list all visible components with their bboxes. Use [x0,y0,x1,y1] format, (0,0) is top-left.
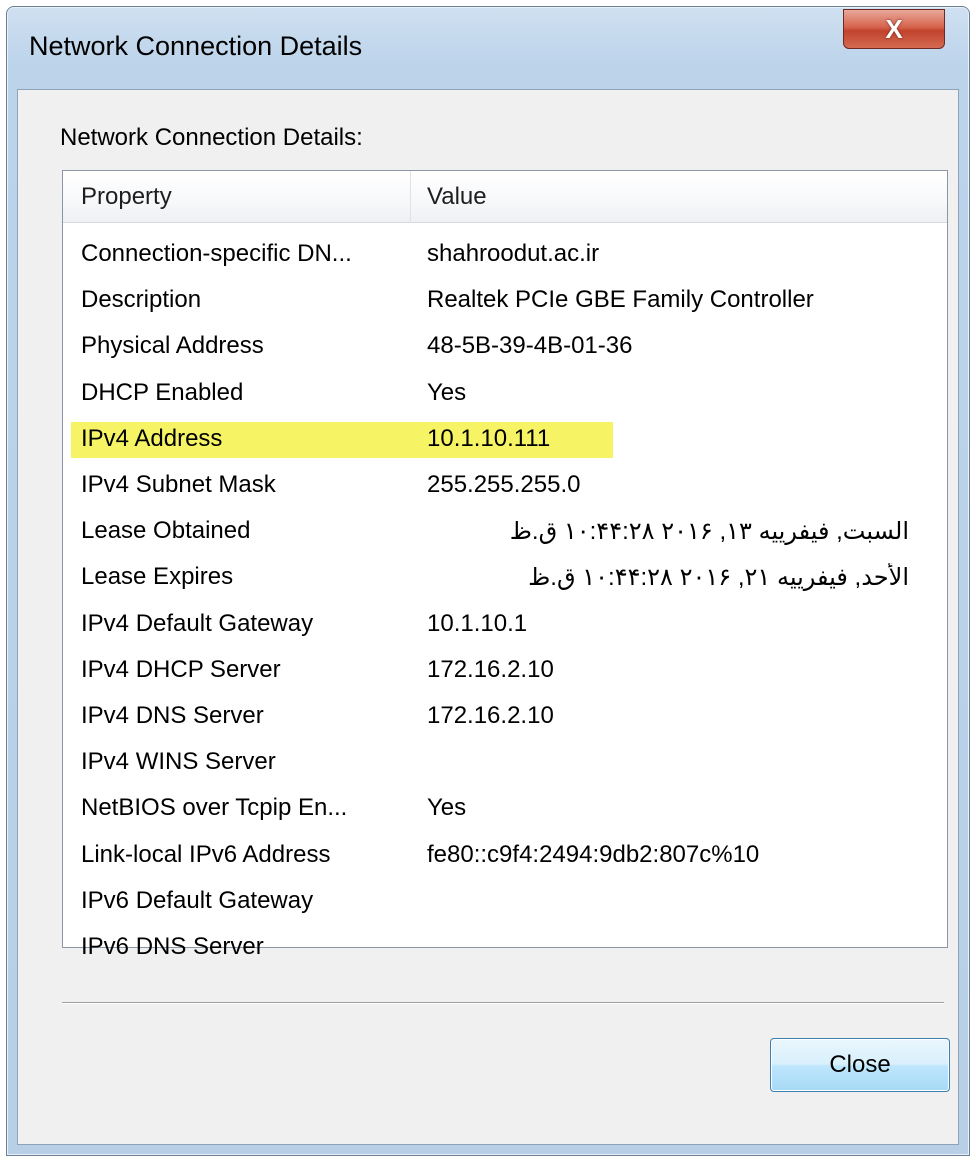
column-header-property-label: Property [81,183,172,210]
table-row[interactable]: IPv4 Subnet Mask 255.255.255.0 [63,462,947,508]
property-cell: NetBIOS over Tcpip En... [81,794,348,822]
list-rows: Connection-specific DN... shahroodut.ac.i… [63,231,947,970]
table-row[interactable]: IPv4 DNS Server 172.16.2.10 [63,693,947,739]
table-row[interactable]: Lease Expires الأحد, فيفرييه ٢١, ٢٠١۶ ١٠:… [63,554,947,600]
table-row[interactable]: NetBIOS over Tcpip En... Yes [63,785,947,831]
property-cell: Description [81,286,202,314]
property-cell: DHCP Enabled [81,378,244,406]
table-row[interactable]: Link-local IPv6 Address fe80::c9f4:2494:9… [63,831,947,877]
table-row[interactable]: IPv4 Address 10.1.10.111 [63,416,947,462]
property-cell: Connection-specific DN... [81,240,352,268]
table-row[interactable]: IPv4 Default Gateway 10.1.10.1 [63,601,947,647]
title-close-button[interactable]: X [843,9,945,49]
title-bar[interactable]: Network Connection Details X [7,7,969,89]
dialog-body: Network Connection Details: Property Val… [17,89,959,1145]
value-cell: 172.16.2.10 [427,701,554,729]
table-row[interactable]: IPv4 WINS Server [63,739,947,785]
property-cell: IPv4 DNS Server [81,701,264,729]
column-header-property[interactable]: Property [63,171,411,223]
property-cell: Physical Address [81,332,264,360]
table-row[interactable]: Lease Obtained السبت, فيفرييه ١٣, ٢٠١۶ ١٠… [63,508,947,554]
property-cell: IPv4 Default Gateway [81,609,314,637]
separator [62,1002,944,1004]
value-cell: 48-5B-39-4B-01-36 [427,332,633,360]
table-row[interactable]: IPv4 DHCP Server 172.16.2.10 [63,647,947,693]
dialog-window: Network Connection Details X Network Con… [6,6,970,1156]
value-cell: 10.1.10.111 [427,424,551,452]
column-header-value[interactable]: Value [411,171,947,223]
table-row[interactable]: IPv6 DNS Server [63,924,947,970]
property-cell: IPv4 WINS Server [81,748,276,776]
value-cell: Yes [427,794,467,822]
property-cell: IPv4 DHCP Server [81,655,281,683]
property-cell: IPv6 Default Gateway [81,886,314,914]
details-label: Network Connection Details: [60,124,363,151]
table-row[interactable]: Physical Address 48-5B-39-4B-01-36 [63,323,947,369]
value-cell: Realtek PCIe GBE Family Controller [427,286,814,314]
table-row[interactable]: DHCP Enabled Yes [63,370,947,416]
close-button[interactable]: Close [770,1038,950,1092]
property-cell: IPv4 Subnet Mask [81,471,276,499]
table-row[interactable]: Connection-specific DN... shahroodut.ac.i… [63,231,947,277]
value-cell: fe80::c9f4:2494:9db2:807c%10 [427,840,760,868]
property-cell: Link-local IPv6 Address [81,840,331,868]
value-cell: shahroodut.ac.ir [427,240,600,268]
details-list[interactable]: Property Value Connection-specific DN...… [62,170,948,960]
property-cell: IPv4 Address [81,424,223,452]
property-cell: IPv6 DNS Server [81,932,264,960]
value-cell: 255.255.255.0 [427,471,581,499]
close-icon: X [885,13,903,44]
close-button-label: Close [829,1051,891,1078]
list-header: Property Value [63,171,947,223]
table-row[interactable]: IPv6 Default Gateway [63,878,947,924]
value-cell: 172.16.2.10 [427,655,554,683]
value-cell: الأحد, فيفرييه ٢١, ٢٠١۶ ١٠:۴۴:٢٨ ق.ظ [528,563,909,591]
table-row[interactable]: Description Realtek PCIe GBE Family Contr… [63,277,947,323]
value-cell: السبت, فيفرييه ١٣, ٢٠١۶ ١٠:۴۴:٢٨ ق.ظ [509,517,909,545]
value-cell: Yes [427,378,467,406]
window-title: Network Connection Details [29,31,363,61]
value-cell: 10.1.10.1 [427,609,528,637]
property-cell: Lease Obtained [81,517,251,545]
column-header-value-label: Value [427,183,487,210]
property-cell: Lease Expires [81,563,234,591]
